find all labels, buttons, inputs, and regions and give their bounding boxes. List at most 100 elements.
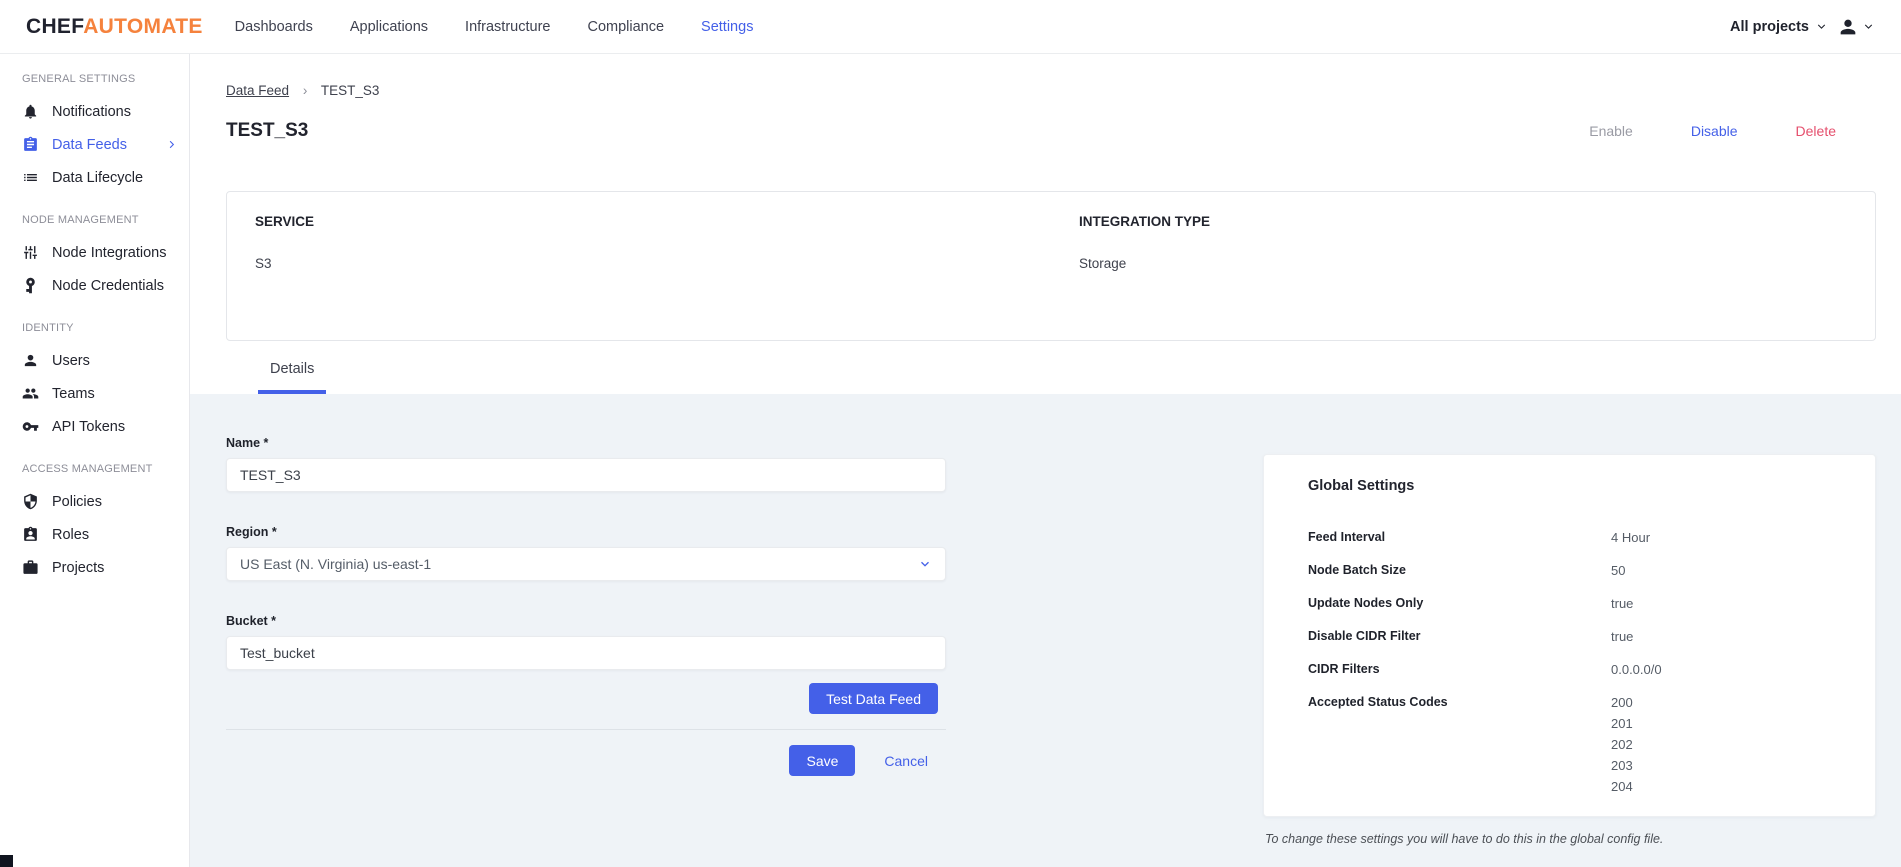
chevron-down-icon <box>1864 24 1873 29</box>
key-icon <box>26 277 35 294</box>
briefcase-icon <box>23 560 38 574</box>
chevron-down-icon <box>1817 24 1826 29</box>
nav-dashboards[interactable]: Dashboards <box>235 19 313 35</box>
chef-automate-logo[interactable]: CHEFAUTOMATE <box>26 15 203 39</box>
name-input[interactable] <box>226 458 946 492</box>
setting-row-update-nodes-only: Update Nodes Only true <box>1308 596 1845 611</box>
data-feeds-icon <box>24 136 37 151</box>
region-select[interactable]: US East (N. Virginia) us-east-1 <box>226 547 946 581</box>
region-label: Region * <box>226 525 277 539</box>
sidebar-item-label: Teams <box>52 385 95 402</box>
test-row: Test Data Feed <box>226 683 946 714</box>
bucket-field-group: Bucket * <box>226 614 946 670</box>
save-row: Save Cancel <box>226 745 946 776</box>
global-settings-panel: Global Settings Feed Interval 4 Hour Nod… <box>1263 454 1876 817</box>
setting-label: Feed Interval <box>1308 530 1386 544</box>
chevron-down-icon <box>921 561 929 567</box>
team-icon <box>22 388 39 399</box>
name-field-group: Name * <box>226 436 946 492</box>
nav-applications[interactable]: Applications <box>350 19 428 35</box>
setting-row-feed-interval: Feed Interval 4 Hour <box>1308 530 1845 545</box>
badge-icon <box>24 526 37 541</box>
bell-icon <box>24 104 37 119</box>
sidebar-item-label: Data Lifecycle <box>52 169 144 186</box>
disable-button[interactable]: Disable <box>1691 123 1738 139</box>
breadcrumb-separator: › <box>302 83 308 98</box>
bottom-left-corner-artifact <box>0 855 13 867</box>
sidebar-item-label: Users <box>52 352 90 369</box>
sidebar-heading-general-settings: GENERAL SETTINGS <box>22 73 136 85</box>
sliders-icon <box>24 246 37 259</box>
sidebar-item-label: Policies <box>52 493 102 510</box>
token-key-icon <box>22 422 39 431</box>
service-column: SERVICE S3 <box>227 214 1051 340</box>
name-label: Name * <box>226 436 269 450</box>
sidebar-item-label: Notifications <box>52 103 131 120</box>
form-divider <box>226 729 946 730</box>
sidebar-item-label: API Tokens <box>52 418 126 435</box>
sidebar-item-users[interactable]: Users <box>0 344 189 377</box>
page-header-area: Data Feed › TEST_S3 TEST_S3 Enable Disab… <box>190 53 1901 394</box>
navbar-right: All projects <box>1730 16 1875 38</box>
setting-row-node-batch-size: Node Batch Size 50 <box>1308 563 1845 578</box>
nav-settings[interactable]: Settings <box>701 19 753 35</box>
integration-type-header: INTEGRATION TYPE <box>1079 214 1211 229</box>
breadcrumb-link-data-feed[interactable]: Data Feed <box>226 83 289 98</box>
sidebar-item-teams[interactable]: Teams <box>0 377 189 410</box>
sidebar-heading-identity: IDENTITY <box>22 322 74 334</box>
page-layout: GENERAL SETTINGS Notifications Data Feed… <box>0 53 1901 867</box>
shield-icon <box>24 493 37 510</box>
nav-compliance[interactable]: Compliance <box>587 19 664 35</box>
breadcrumb-current: TEST_S3 <box>320 83 380 98</box>
global-settings-column: Global Settings Feed Interval 4 Hour Nod… <box>1263 394 1876 846</box>
service-column-header: SERVICE <box>255 214 315 229</box>
sidebar-heading-access-management: ACCESS MANAGEMENT <box>22 463 153 475</box>
setting-value: true <box>1611 596 1634 611</box>
sidebar-item-label: Projects <box>52 559 105 576</box>
feed-actions: Enable Disable Delete <box>1589 123 1876 139</box>
sidebar-item-data-lifecycle[interactable]: Data Lifecycle <box>0 161 189 194</box>
main-content: Data Feed › TEST_S3 TEST_S3 Enable Disab… <box>190 53 1901 867</box>
status-codes-list: 200 201 202 203 204 <box>1611 695 1633 794</box>
setting-value: true <box>1611 629 1634 644</box>
cancel-link[interactable]: Cancel <box>884 753 928 769</box>
projects-filter-label: All projects <box>1730 18 1809 35</box>
setting-value: 4 Hour <box>1611 530 1651 545</box>
logo-text-chef: CHEF <box>26 14 84 38</box>
sidebar-item-label: Roles <box>52 526 90 543</box>
data-lifecycle-icon <box>24 173 37 182</box>
settings-sidebar: GENERAL SETTINGS Notifications Data Feed… <box>0 53 190 867</box>
delete-button[interactable]: Delete <box>1796 123 1836 139</box>
bucket-label: Bucket * <box>226 614 277 628</box>
sidebar-item-policies[interactable]: Policies <box>0 485 189 518</box>
region-field-group: Region * US East (N. Virginia) us-east-1 <box>226 525 946 581</box>
setting-label: CIDR Filters <box>1308 662 1380 676</box>
sidebar-item-node-credentials[interactable]: Node Credentials <box>0 269 189 302</box>
integration-type-column: INTEGRATION TYPE Storage <box>1051 214 1875 340</box>
bucket-input[interactable] <box>226 636 946 670</box>
setting-row-accepted-status-codes: Accepted Status Codes 200 201 202 203 20… <box>1308 695 1845 794</box>
setting-label: Node Batch Size <box>1308 563 1406 577</box>
sidebar-item-label: Node Integrations <box>52 244 167 261</box>
nav-infrastructure[interactable]: Infrastructure <box>465 19 550 35</box>
setting-label: Accepted Status Codes <box>1308 695 1448 709</box>
sidebar-item-roles[interactable]: Roles <box>0 518 189 551</box>
enable-button[interactable]: Enable <box>1589 123 1633 139</box>
tab-details[interactable]: Details <box>258 361 327 394</box>
sidebar-item-notifications[interactable]: Notifications <box>0 95 189 128</box>
sidebar-item-data-feeds[interactable]: Data Feeds <box>0 128 189 161</box>
service-value: S3 <box>255 256 272 271</box>
save-button[interactable]: Save <box>789 745 856 776</box>
details-panel: Name * Region * US East (N. Virginia) us… <box>190 394 1901 867</box>
user-avatar-icon <box>1840 19 1856 34</box>
sidebar-item-node-integrations[interactable]: Node Integrations <box>0 236 189 269</box>
sidebar-item-api-tokens[interactable]: API Tokens <box>0 410 189 443</box>
user-menu[interactable] <box>1837 16 1875 38</box>
sidebar-item-projects[interactable]: Projects <box>0 551 189 584</box>
projects-filter[interactable]: All projects <box>1730 19 1828 35</box>
setting-value: 0.0.0.0/0 <box>1611 662 1662 677</box>
title-row: TEST_S3 Enable Disable Delete <box>226 120 1876 142</box>
test-data-feed-button[interactable]: Test Data Feed <box>809 683 938 714</box>
setting-row-disable-cidr-filter: Disable CIDR Filter true <box>1308 629 1845 644</box>
data-feed-form: Name * Region * US East (N. Virginia) us… <box>226 436 946 776</box>
